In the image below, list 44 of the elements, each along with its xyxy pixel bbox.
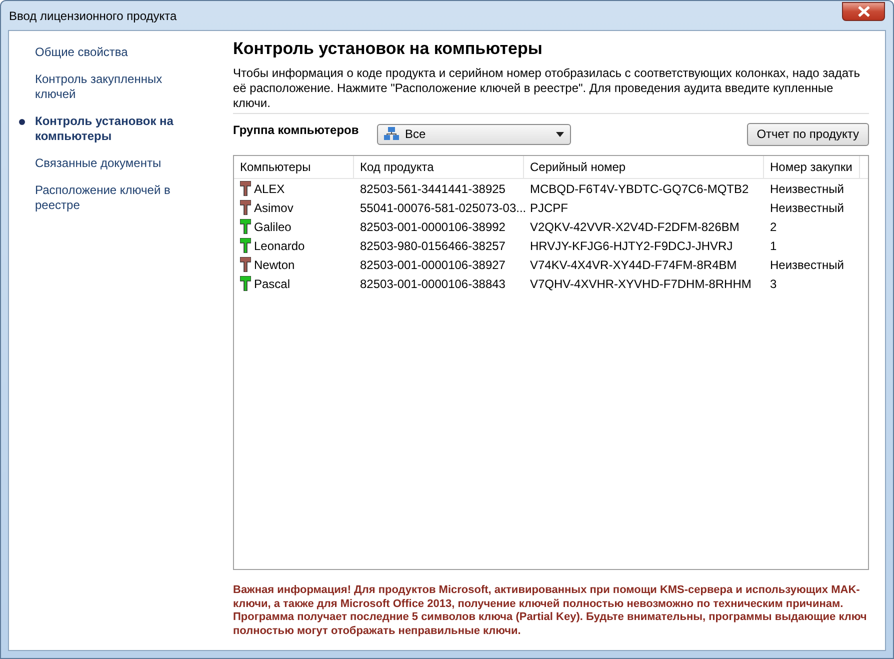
table-cell-text: 3 bbox=[769, 276, 778, 290]
table-cell-text: 55041-00076-581-025073-03... bbox=[359, 200, 524, 214]
computer-name: Leonardo bbox=[254, 238, 305, 252]
sidebar-item[interactable]: Контроль установок на компьютеры bbox=[35, 114, 195, 144]
caret-icon bbox=[556, 132, 564, 136]
report-button[interactable]: Отчет по продукту bbox=[746, 122, 869, 146]
table-cell-text: V2QKV-42VVR-X2V4D-F2DFM-826BM bbox=[529, 220, 740, 234]
table-cell-text: V74KV-4X4VR-XY44D-F74FM-8R4BM bbox=[529, 258, 738, 272]
network-icon bbox=[384, 127, 400, 141]
computer-name: ALEX bbox=[254, 182, 285, 196]
table-cell-text: Неизвестный bbox=[769, 182, 845, 196]
sidebar-item[interactable]: Расположение ключей в реестре bbox=[35, 183, 195, 213]
table-cell-text: 82503-001-0000106-38992 bbox=[359, 220, 506, 234]
computer-name: Galileo bbox=[254, 220, 292, 234]
table-cell-text: V7QHV-4XVHR-XYVHD-F7DHM-8RHHM bbox=[529, 276, 752, 290]
group-dropdown[interactable]: Все bbox=[377, 124, 571, 144]
warning-text: Важная информация! Для продуктов Microsoft, активированных при помощи KMS-сервера и использующих MAK-ключи, а также для Microsoft Office 2013, получение ключей полностью невозможно по техническим причинам. Программа получает последние 5 символов ключа (Partial Key). Будьте внимательны, программы выдающие ключ полностью могут отображать неправильные ключи. bbox=[233, 584, 868, 638]
table-cell-text: Неизвестный bbox=[769, 200, 845, 214]
table-cell-text: Неизвестный bbox=[769, 258, 845, 272]
table-cell-text: PJCPF bbox=[529, 200, 570, 214]
table-cell-text: 1 bbox=[769, 238, 778, 252]
close-icon bbox=[856, 6, 870, 16]
table-cell-text: 82503-561-3441441-38925 bbox=[359, 182, 506, 196]
sidebar-item[interactable]: Связанные документы bbox=[35, 156, 195, 171]
computer-name: Pascal bbox=[254, 276, 290, 290]
page-heading: Контроль установок на компьютеры bbox=[233, 39, 544, 59]
table-cell-text: 82503-001-0000106-38927 bbox=[359, 258, 506, 272]
table-cell-text: 82503-980-0156466-38257 bbox=[359, 238, 506, 252]
computer-name: Asimov bbox=[254, 200, 294, 214]
table-cell-text: MCBQD-F6T4V-YBDTC-GQ7C6-MQTB2 bbox=[529, 182, 750, 196]
table-cell-text: HRVJY-KFJG6-HJTY2-F9DCJ-JHVRJ bbox=[529, 238, 734, 252]
column-header[interactable]: Компьютеры bbox=[234, 156, 354, 178]
computer-name: Newton bbox=[254, 258, 295, 272]
column-header[interactable]: Серийный номер bbox=[524, 156, 764, 178]
column-header[interactable]: Номер закупки bbox=[764, 156, 860, 178]
sidebar-item[interactable]: Контроль закупленных ключей bbox=[35, 72, 195, 102]
table-cell-text: 2 bbox=[769, 220, 778, 234]
close-button[interactable] bbox=[842, 2, 885, 20]
window-title: Ввод лицензионного продукта bbox=[9, 8, 177, 22]
description-text: Чтобы информация о коде продукта и серийном номер отобразилась с соответствующих колонках, надо задать её расположение. Нажмите "Расположение ключей в реестре". Для проведения аудита введите купленные ключи. bbox=[233, 66, 869, 114]
group-label: Группа компьютеров bbox=[233, 123, 360, 137]
column-header[interactable]: Код продукта bbox=[354, 156, 524, 178]
sidebar-item[interactable]: Общие свойства bbox=[35, 45, 195, 60]
table-cell-text: 82503-001-0000106-38843 bbox=[359, 276, 506, 290]
